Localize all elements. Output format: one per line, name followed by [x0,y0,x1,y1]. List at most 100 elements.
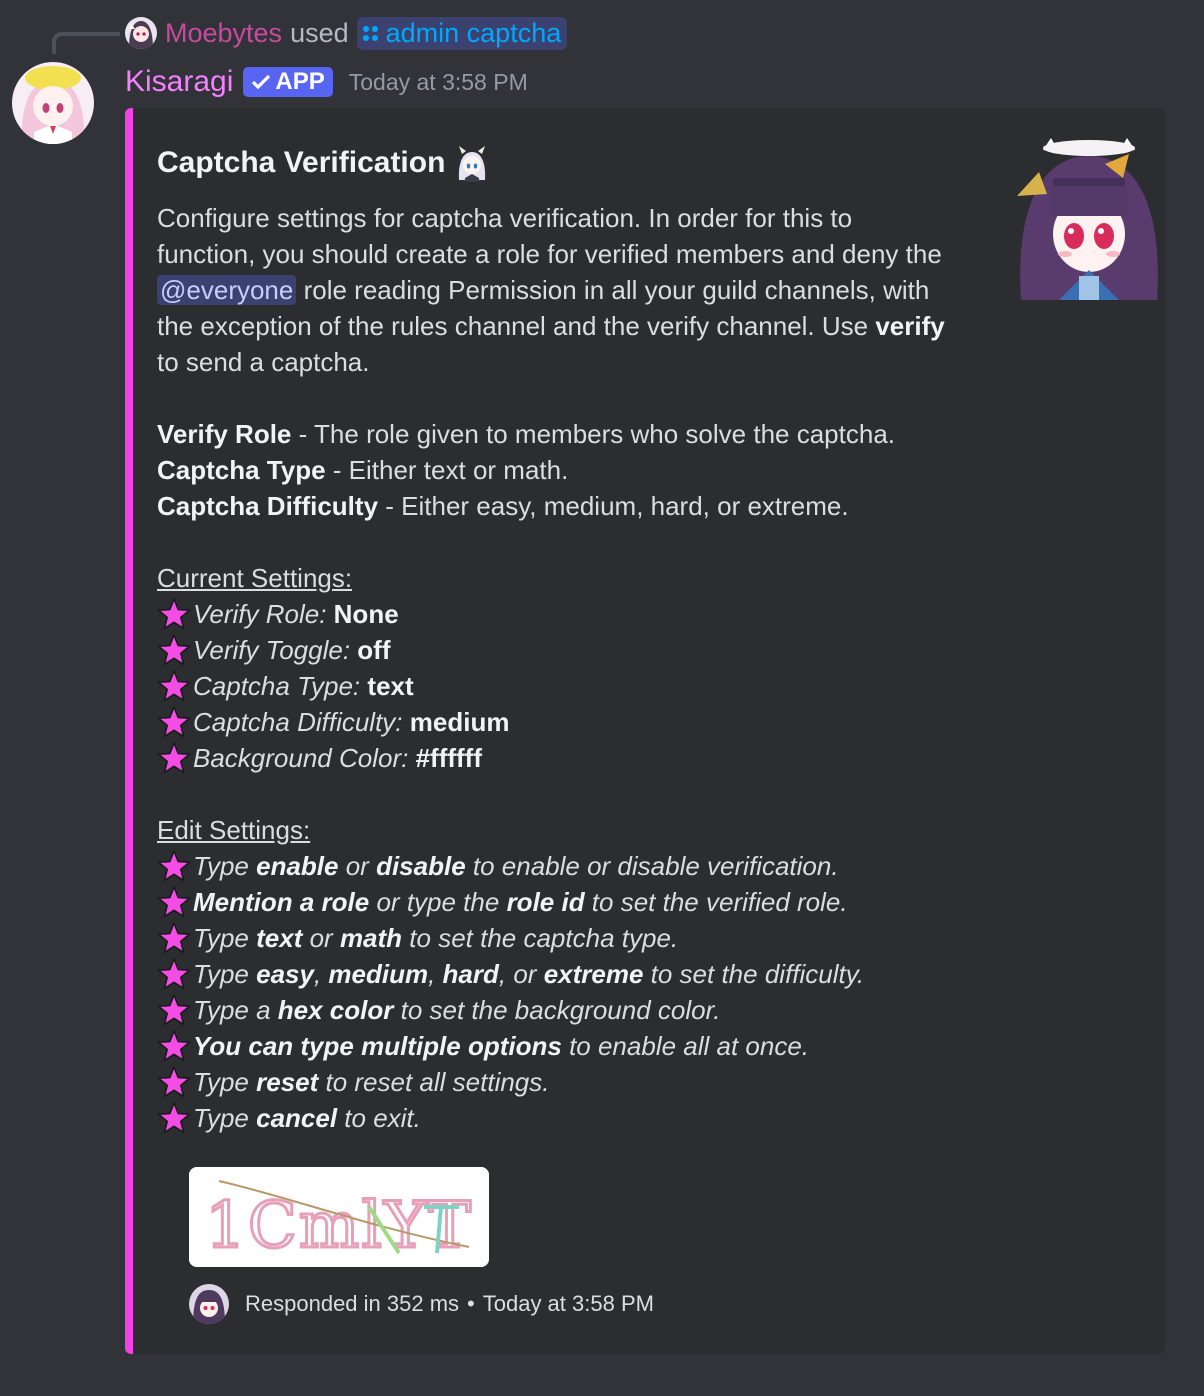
edit-setting-segment: to enable all at once. [561,1031,810,1061]
edit-setting-segment: , or [498,959,544,989]
current-setting-row: Background Color: #ffffff [157,740,957,776]
edit-setting-segment: disable [376,851,466,881]
edit-setting-segment: role id [506,887,585,917]
edit-setting-segment: Type [193,923,257,953]
footer-separator: • [467,1291,475,1316]
pink-star-icon [157,634,191,666]
app-badge-label: APP [275,68,325,95]
footer-timestamp: Today at 3:58 PM [482,1291,654,1316]
embed: Captcha Verification Configure settings … [125,108,1165,1354]
setting-value: off [357,635,391,665]
edit-settings-list: Type enable or disable to enable or disa… [157,848,957,1136]
edit-setting-segment: You can type multiple options [193,1031,562,1061]
edit-setting-segment: extreme [543,959,644,989]
pink-star-icon [157,1066,191,1098]
setting-value: None [333,599,399,629]
setting-label: Verify Role: [193,599,327,629]
current-setting-row: Verify Role: None [157,596,957,632]
anime-girl-emoji-icon [459,146,486,182]
footer-text: Responded in 352 ms [245,1291,460,1316]
intro-paragraph: Configure settings for captcha verificat… [157,200,957,380]
pink-star-icon [157,706,191,738]
current-setting-row: Captcha Type: text [157,668,957,704]
replied-user-avatar[interactable] [125,17,157,49]
message-header: Kisaragi APP Today at 3:58 PM [125,62,528,102]
message-timestamp[interactable]: Today at 3:58 PM [349,69,528,96]
edit-setting-segment: to set the captcha type. [402,923,679,953]
edit-setting-row: Type cancel to exit. [157,1100,957,1136]
edit-setting-segment: medium [328,959,429,989]
setting-label: Background Color: [193,743,409,773]
embed-thumbnail[interactable] [1013,138,1165,300]
edit-setting-segment: or [302,923,340,953]
edit-setting-segment: to exit. [337,1103,421,1133]
intro-text-1: Configure settings for captcha verificat… [157,203,942,269]
intro-text-3: to send a captcha. [157,347,370,377]
embed-title-text: Captcha Verification [157,146,446,179]
pink-star-icon [157,1102,191,1134]
replied-username[interactable]: Moebytes [165,18,282,49]
edit-setting-segment: text [256,923,303,953]
current-settings-heading: Current Settings: [157,563,353,593]
pink-star-icon [157,994,191,1026]
pink-star-icon [157,958,191,990]
embed-footer: Responded in 352 ms • Today at 3:58 PM [189,1282,654,1326]
pink-star-icon [157,742,191,774]
footer-avatar [189,1284,229,1324]
reply-connector [52,32,120,54]
pink-star-icon [157,598,191,630]
edit-setting-row: Type easy, medium, hard, or extreme to s… [157,956,957,992]
pink-star-icon [157,922,191,954]
embed-title: Captcha Verification [157,144,491,182]
edit-setting-segment: Type [193,1067,257,1097]
edit-setting-row: You can type multiple options to enable … [157,1028,957,1064]
captcha-image[interactable]: 1CmlYT [189,1167,489,1267]
edit-setting-segment: hard [442,959,499,989]
edit-setting-segment: Type [193,851,257,881]
embed-description: Configure settings for captcha verificat… [157,200,957,1136]
setting-label: Captcha Difficulty: [193,707,403,737]
verified-check-icon [252,74,271,90]
author-name[interactable]: Kisaragi [125,65,233,99]
edit-setting-segment: Type [193,959,257,989]
pink-star-icon [157,1030,191,1062]
definition-verify-role: Verify Role - The role given to members … [157,416,957,452]
edit-setting-segment: hex color [277,995,394,1025]
edit-setting-segment: to reset all settings. [318,1067,550,1097]
edit-setting-row: Mention a role or type the role id to se… [157,884,957,920]
definition-captcha-type: Captcha Type - Either text or math. [157,452,957,488]
edit-setting-segment: Type a [193,995,278,1025]
everyone-mention[interactable]: @everyone [157,275,297,305]
edit-setting-segment: , [428,959,443,989]
definition-term: Verify Role [157,419,292,449]
setting-label: Verify Toggle: [193,635,351,665]
edit-setting-segment: to set the difficulty. [643,959,865,989]
edit-setting-segment: to set the background color. [393,995,721,1025]
app-command-icon [362,25,378,41]
edit-setting-segment: enable [256,851,339,881]
definition-text: - The role given to members who solve th… [291,419,896,449]
edit-setting-row: Type enable or disable to enable or disa… [157,848,957,884]
current-setting-row: Verify Toggle: off [157,632,957,668]
captcha-text: 1CmlYT [205,1189,473,1263]
edit-setting-segment: Type [193,1103,257,1133]
edit-setting-segment: or type the [369,887,507,917]
edit-setting-segment: to enable or disable verification. [465,851,839,881]
definition-term: Captcha Type [157,455,326,485]
author-avatar[interactable] [12,62,94,144]
setting-value: medium [409,707,510,737]
reply-reference[interactable]: Moebytes used admin captcha [125,14,568,52]
edit-setting-segment: , [313,959,329,989]
edit-setting-row: Type text or math to set the captcha typ… [157,920,957,956]
command-name: admin captcha [385,17,562,48]
pink-star-icon [157,886,191,918]
setting-value: #ffffff [415,743,482,773]
setting-label: Captcha Type: [193,671,361,701]
definition-text: - Either text or math. [325,455,569,485]
edit-setting-segment: Mention a role [193,887,370,917]
current-setting-row: Captcha Difficulty: medium [157,704,957,740]
edit-setting-segment: reset [256,1067,319,1097]
slash-command-mention[interactable]: admin captcha [356,16,568,50]
pink-star-icon [157,670,191,702]
edit-setting-segment: easy [256,959,314,989]
